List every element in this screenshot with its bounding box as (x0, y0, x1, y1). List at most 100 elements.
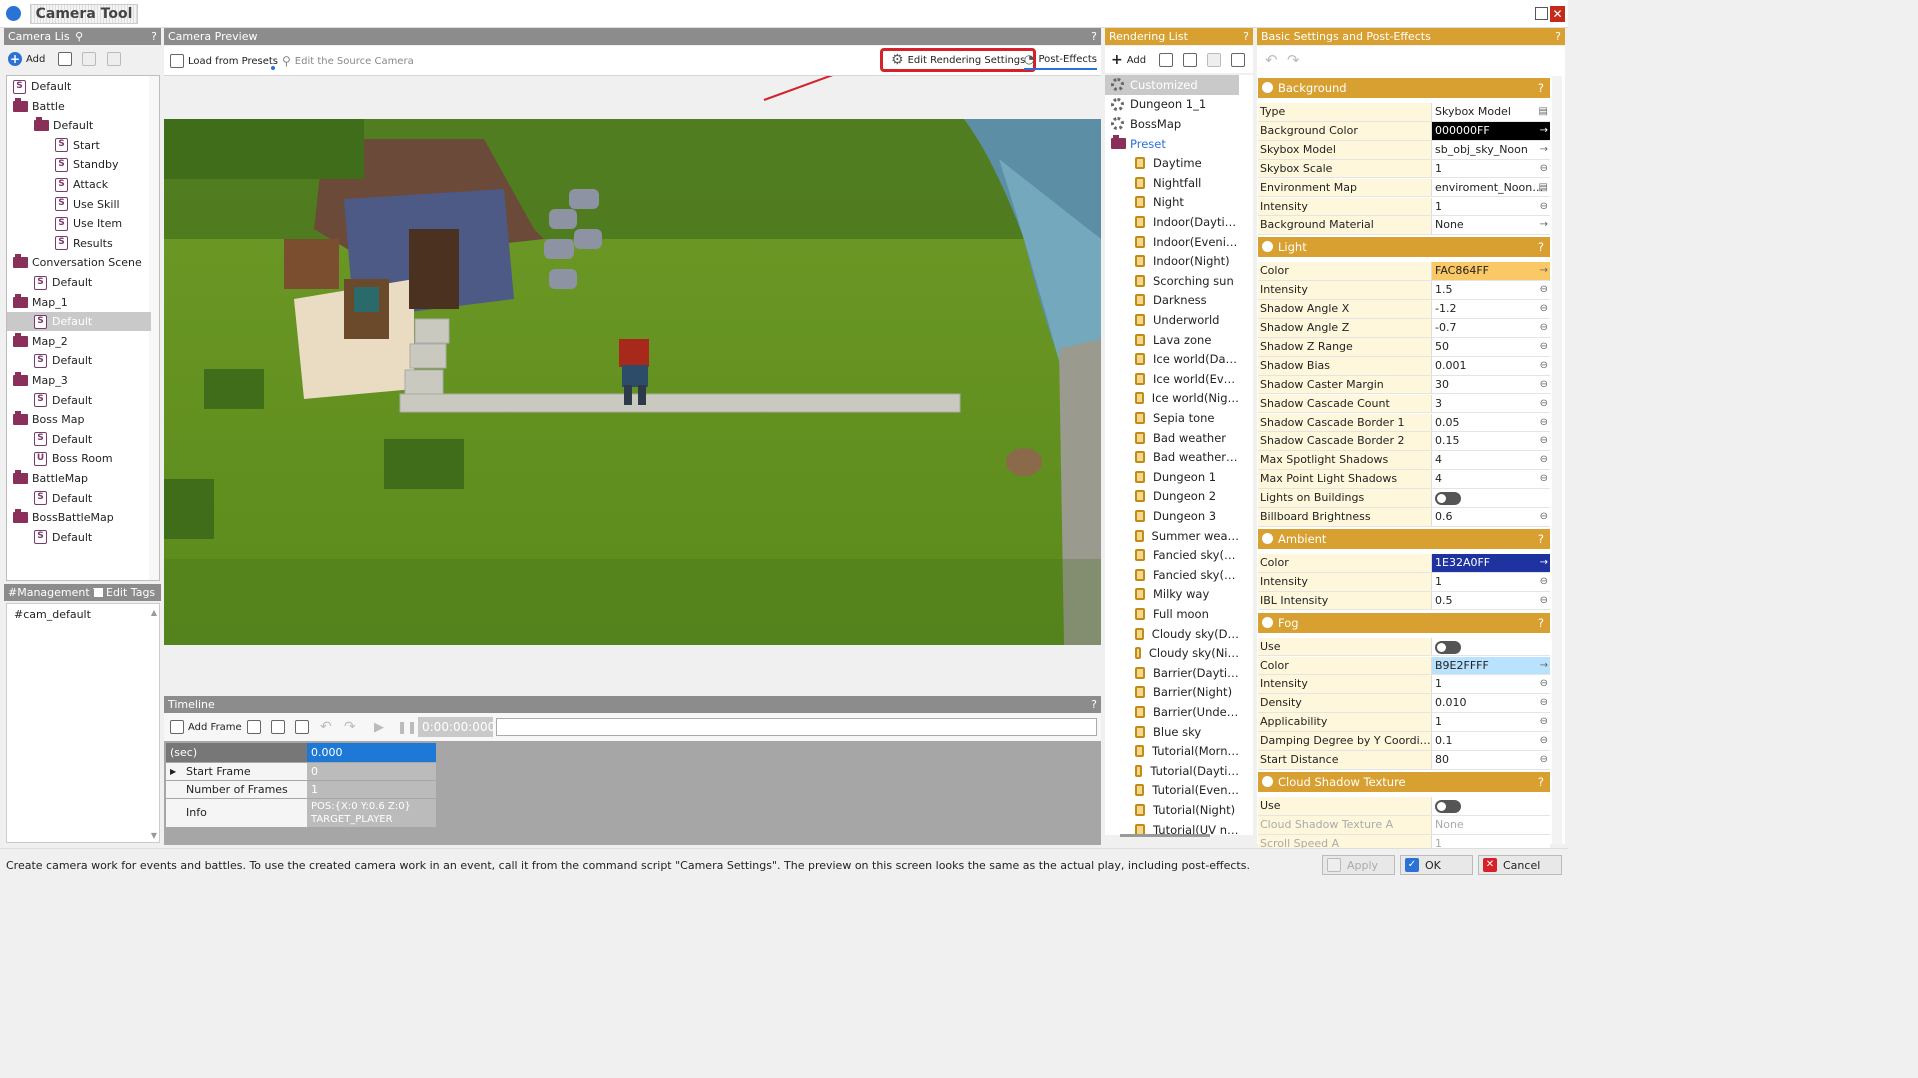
property-value[interactable]: 30 ⊖ (1431, 375, 1550, 394)
value-action-icon[interactable]: ⊖ (1540, 592, 1548, 610)
paste-button[interactable] (1207, 51, 1221, 69)
help-icon[interactable]: ? (1091, 696, 1097, 713)
value-action-icon[interactable]: ⊖ (1540, 451, 1548, 469)
property-value[interactable]: 80 ⊖ (1431, 751, 1550, 769)
scroll-down-icon[interactable]: ▼ (151, 831, 157, 840)
apply-button[interactable]: Apply (1322, 855, 1395, 875)
property-value[interactable]: 0.010 ⊖ (1431, 694, 1550, 713)
settings-section-header[interactable]: Cloud Shadow Texture? (1258, 771, 1550, 792)
property-value[interactable]: 4 ⊖ (1431, 451, 1550, 470)
rendering-list-item[interactable]: Fancied sky(… (1105, 565, 1239, 585)
tree-node[interactable]: S Use Skill (7, 195, 151, 214)
tree-node[interactable]: S Default (7, 77, 151, 96)
tree-node[interactable]: S Default (7, 528, 151, 547)
tree-node[interactable]: S Standby (7, 155, 151, 174)
property-value[interactable]: 0.001 ⊖ (1431, 356, 1550, 375)
rendering-list-item[interactable]: Ice world(Ev… (1105, 369, 1239, 389)
value-action-icon[interactable]: ⊖ (1540, 300, 1548, 318)
tree-node[interactable]: Map_1 (7, 293, 151, 312)
tree-node[interactable]: S Default (7, 391, 151, 410)
rendering-list-item[interactable]: Lava zone (1105, 330, 1239, 350)
value-action-icon[interactable]: → (1540, 657, 1548, 675)
rendering-list-item[interactable]: Cloudy sky(Ni… (1105, 643, 1239, 663)
property-value[interactable]: 0.1 ⊖ (1431, 732, 1550, 750)
copy-button[interactable] (1183, 51, 1197, 69)
value-action-icon[interactable]: ▤ (1539, 103, 1548, 121)
property-value[interactable]: 0.6 ⊖ (1431, 508, 1550, 526)
number-of-frames-value[interactable]: 1 (307, 781, 436, 798)
rendering-list-item[interactable]: Indoor(Eveni… (1105, 232, 1239, 252)
tree-node[interactable]: U Boss Room (7, 449, 151, 468)
property-value[interactable]: 0.05 ⊖ (1431, 413, 1550, 432)
property-value[interactable]: 0.5 ⊖ (1431, 591, 1550, 610)
value-action-icon[interactable]: ⊖ (1540, 713, 1548, 731)
tree-node[interactable]: S Default (7, 430, 151, 449)
expand-icon[interactable]: ▶ (170, 763, 176, 780)
rendering-list-item[interactable]: Tutorial(Dayti… (1105, 761, 1239, 781)
new-folder-button[interactable] (1159, 51, 1173, 69)
settings-section-header[interactable]: Light? (1258, 237, 1550, 258)
add-frame-button[interactable]: Add Frame (170, 718, 242, 736)
property-value[interactable]: -0.7 ⊖ (1431, 319, 1550, 337)
value-action-icon[interactable]: ⊖ (1540, 338, 1548, 356)
copy-button[interactable] (58, 50, 72, 68)
property-value[interactable]: 1 ⊖ (1431, 713, 1550, 731)
rendering-list-item[interactable]: Blue sky (1105, 722, 1239, 742)
scroll-up-icon[interactable]: ▲ (151, 608, 157, 617)
post-effects-button[interactable]: ◔ Post-Effects (1024, 52, 1098, 70)
value-action-icon[interactable]: ⊖ (1540, 160, 1548, 178)
value-action-icon[interactable]: → (1540, 554, 1548, 572)
rendering-list-item[interactable]: Indoor(Night) (1105, 251, 1239, 271)
rendering-list-item[interactable]: Dungeon 2 (1105, 487, 1239, 507)
rendering-list-item[interactable]: Night (1105, 193, 1239, 213)
rendering-list-item[interactable]: Tutorial(UV n… (1105, 820, 1239, 835)
value-action-icon[interactable]: ⊖ (1540, 751, 1548, 769)
value-action-icon[interactable]: ⊖ (1540, 508, 1548, 526)
tree-node[interactable]: BossBattleMap (7, 508, 151, 527)
help-icon[interactable]: ? (1538, 529, 1544, 549)
play-button[interactable]: ▶ (374, 718, 384, 736)
tree-node[interactable]: S Results (7, 234, 151, 253)
rendering-list-item[interactable]: Tutorial(Morn… (1105, 741, 1239, 761)
undo-icon[interactable]: ↶ (1265, 51, 1278, 69)
load-presets-button[interactable]: Load from Presets (170, 52, 278, 70)
value-action-icon[interactable]: ⊖ (1540, 694, 1548, 712)
property-value[interactable] (1431, 637, 1550, 656)
restore-icon[interactable] (1535, 7, 1548, 20)
value-action-icon[interactable]: ⊖ (1540, 732, 1548, 750)
delete-button[interactable] (107, 50, 121, 68)
rendering-list-hscroll[interactable] (1120, 834, 1210, 837)
help-icon[interactable]: ? (1538, 78, 1544, 98)
value-action-icon[interactable]: ⊖ (1540, 573, 1548, 591)
value-action-icon[interactable]: → (1540, 262, 1548, 280)
help-icon[interactable]: ? (1538, 772, 1544, 792)
value-action-icon[interactable]: ⊖ (1540, 198, 1548, 216)
tree-node[interactable]: Boss Map (7, 410, 151, 429)
tree-node[interactable]: BattleMap (7, 469, 151, 488)
copy-frame-button[interactable] (247, 718, 261, 736)
rendering-list-scrollbar[interactable] (1239, 75, 1253, 835)
help-icon[interactable]: ? (1091, 28, 1097, 45)
help-icon[interactable]: ? (1555, 28, 1561, 45)
paste-frame-button[interactable] (271, 718, 285, 736)
rendering-list-item[interactable]: Full moon (1105, 604, 1239, 624)
value-action-icon[interactable]: ⊖ (1540, 395, 1548, 413)
value-action-icon[interactable]: → (1540, 122, 1548, 140)
value-action-icon[interactable]: ⊖ (1540, 319, 1548, 337)
settings-section-header[interactable]: Background? (1258, 78, 1550, 98)
tree-node[interactable]: S Start (7, 136, 151, 155)
rendering-list-item[interactable]: Barrier(Night) (1105, 683, 1239, 703)
rendering-list-item[interactable]: Bad weather (1105, 428, 1239, 448)
toggle-switch[interactable] (1435, 640, 1461, 654)
value-action-icon[interactable]: ⊖ (1540, 675, 1548, 693)
rendering-list-item[interactable]: Tutorial(Even… (1105, 781, 1239, 801)
tree-node[interactable]: S Default (7, 312, 151, 332)
rendering-list-item[interactable]: Daytime (1105, 153, 1239, 173)
start-frame-value[interactable]: 0 (307, 763, 436, 780)
tree-node[interactable]: Conversation Scene (7, 253, 151, 272)
cancel-button[interactable]: ✕ Cancel (1478, 855, 1562, 875)
property-value[interactable]: 1 ⊖ (1431, 159, 1550, 178)
delete-frame-button[interactable] (295, 718, 309, 736)
tree-node[interactable]: S Default (7, 489, 151, 508)
property-value[interactable]: 1 ⊖ (1431, 675, 1550, 694)
